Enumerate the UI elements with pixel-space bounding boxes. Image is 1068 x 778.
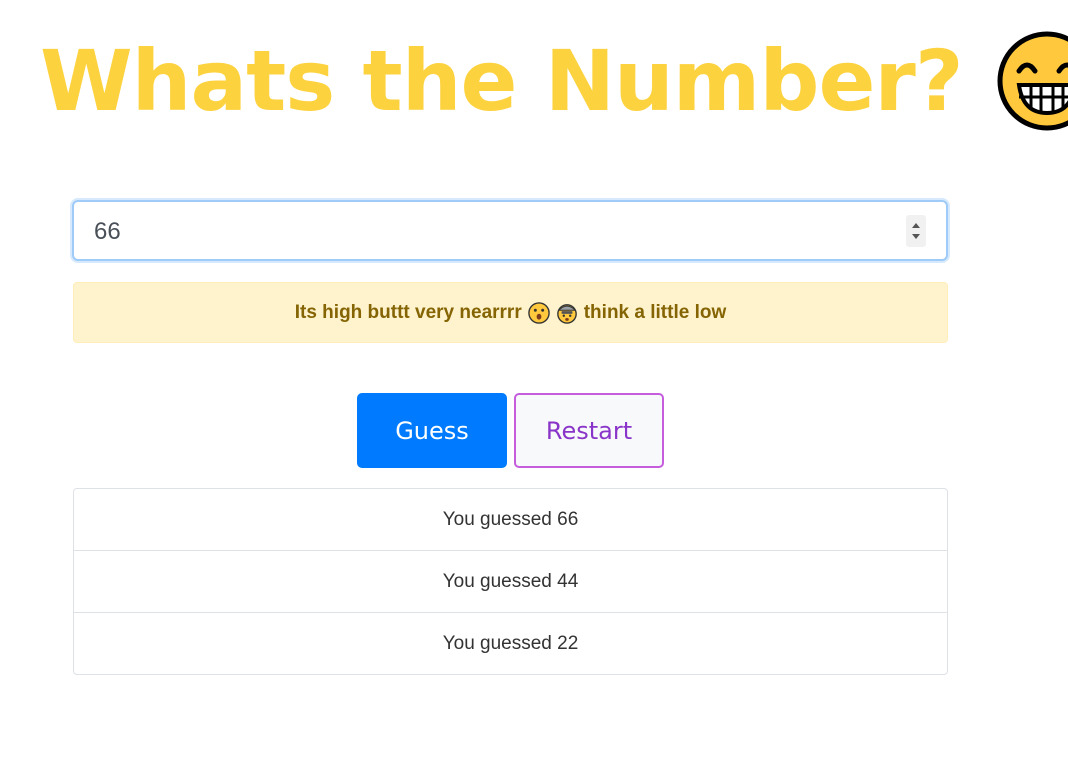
exploding-head-icon — [556, 303, 577, 324]
guess-button[interactable]: Guess — [357, 393, 507, 468]
grinning-face-icon — [997, 31, 1068, 131]
feedback-alert: Its high buttt very nearrrr think a litt… — [73, 282, 948, 343]
list-item: You guessed 66 — [74, 489, 947, 551]
page: Whats the Number? 66 Its high buttt very… — [0, 0, 1068, 778]
number-spinner[interactable] — [906, 215, 926, 247]
list-item: You guessed 44 — [74, 551, 947, 613]
spinner-down-icon[interactable] — [912, 234, 920, 239]
feedback-text-before: Its high buttt very nearrrr — [294, 301, 522, 323]
list-item: You guessed 22 — [442, 632, 579, 654]
header: Whats the Number? — [40, 26, 1068, 136]
guess-history-list: You guessed 66 You guessed 44 You guesse… — [73, 488, 948, 675]
action-buttons: Guess Restart — [357, 393, 664, 468]
page-title: Whats the Number? — [40, 32, 964, 130]
guess-input-value[interactable]: 66 — [94, 218, 121, 246]
astonished-face-icon — [527, 301, 550, 324]
feedback-text-after: think a little low — [583, 301, 727, 323]
spinner-up-icon[interactable] — [912, 223, 920, 228]
restart-button[interactable]: Restart — [514, 393, 664, 468]
guess-input[interactable]: 66 — [72, 200, 948, 261]
